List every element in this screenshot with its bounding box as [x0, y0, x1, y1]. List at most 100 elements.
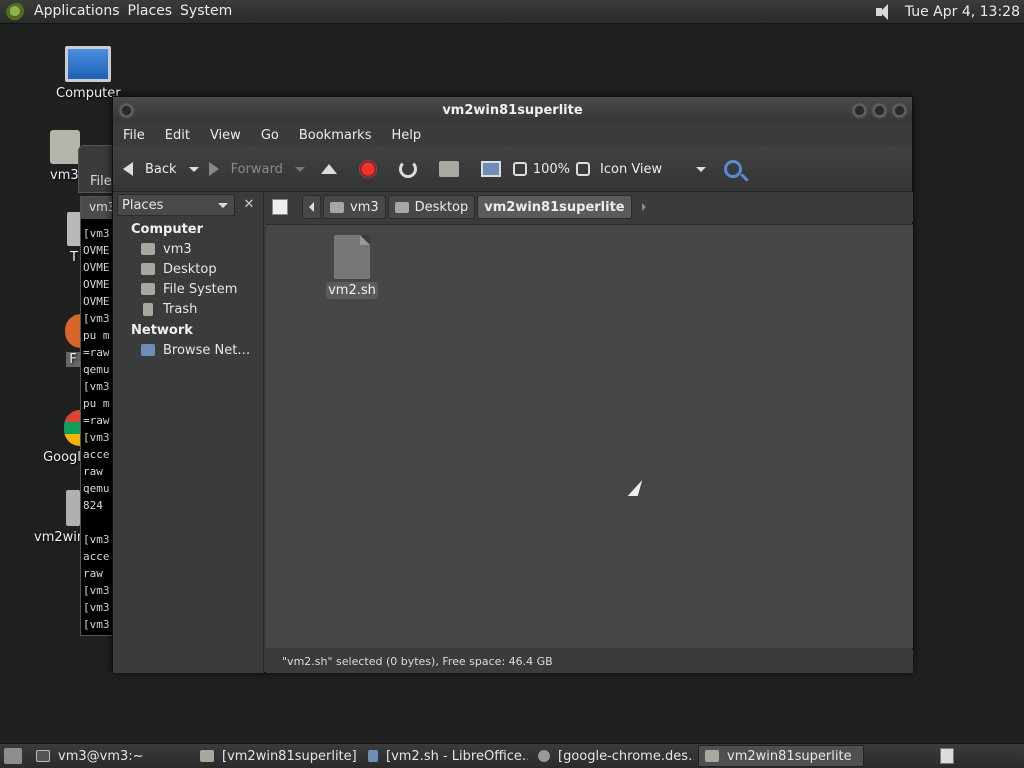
- trash-applet-icon[interactable]: [940, 748, 954, 764]
- desktop-icon-label: Computer: [56, 86, 121, 101]
- chrome-icon: [64, 410, 80, 446]
- task-libreoffice[interactable]: [vm2.sh - LibreOffice…: [362, 745, 528, 767]
- desktop-icon-computer[interactable]: Computer: [56, 46, 121, 101]
- computer-icon: [65, 46, 111, 82]
- zoom-level: 100%: [532, 161, 571, 177]
- sidebar-item-file-system[interactable]: File System: [113, 279, 263, 299]
- places-menu[interactable]: Places: [128, 0, 181, 24]
- home-folder-icon: [141, 243, 155, 255]
- desktop-icon-label: vm2win: [34, 530, 86, 545]
- places-dropdown[interactable]: Places: [117, 194, 235, 216]
- trash-icon: [143, 302, 153, 316]
- desktop-folder-icon: [141, 263, 155, 275]
- toolbar: Back Forward 100% Icon View: [113, 147, 912, 192]
- sidebar-item-label: File System: [163, 281, 238, 297]
- view-mode-select[interactable]: Icon View: [600, 153, 707, 185]
- volume-icon[interactable]: [873, 3, 895, 21]
- file-icon: [66, 490, 80, 526]
- sidebar-item-trash[interactable]: Trash: [113, 299, 263, 319]
- terminal-icon: [36, 750, 50, 762]
- back-arrow-icon: [123, 162, 133, 176]
- close-button[interactable]: [891, 102, 908, 119]
- edit-location-icon[interactable]: [272, 199, 288, 215]
- distro-logo-icon[interactable]: [6, 2, 28, 21]
- clock[interactable]: Tue Apr 4, 13:28: [905, 4, 1020, 20]
- task-chrome-desktop-file[interactable]: [google-chrome.des…: [532, 745, 694, 767]
- back-button[interactable]: Back: [123, 153, 199, 185]
- menu-bookmarks[interactable]: Bookmarks: [299, 128, 372, 143]
- desktop-icon-vm3[interactable]: vm3': [50, 130, 82, 183]
- back-history-dropdown-icon[interactable]: [188, 166, 199, 172]
- forward-button[interactable]: Forward: [208, 153, 305, 185]
- chrome-icon: [538, 750, 550, 762]
- show-desktop-icon[interactable]: [4, 748, 22, 764]
- path-bar: vm3 Desktop vm2win81superlite: [266, 192, 913, 222]
- network-icon: [141, 344, 155, 356]
- chevron-down-icon: [218, 202, 228, 208]
- home-folder-icon: [330, 201, 344, 213]
- search-button[interactable]: [724, 153, 743, 185]
- menu-file[interactable]: File: [123, 128, 145, 143]
- task-label: vm3@vm3:~: [58, 748, 144, 764]
- sidebar-item-label: Desktop: [163, 261, 217, 277]
- up-button[interactable]: [320, 153, 337, 185]
- task-file-manager-minimized[interactable]: [vm2win81superlite]: [194, 745, 358, 767]
- path-segment-desktop[interactable]: Desktop: [387, 195, 476, 219]
- reload-icon: [398, 160, 417, 178]
- sidebar-group-computer: Computer: [131, 222, 204, 237]
- desktop-icon-label: T: [70, 250, 78, 265]
- file-item[interactable]: vm2.sh: [326, 235, 378, 299]
- stop-button[interactable]: [358, 153, 377, 185]
- path-segment-current[interactable]: vm2win81superlite: [477, 195, 632, 219]
- home-button[interactable]: [438, 153, 459, 185]
- sidebar-item-label: Browse Net…: [163, 342, 251, 358]
- minimize-button[interactable]: [851, 102, 868, 119]
- reload-button[interactable]: [398, 153, 417, 185]
- shell-script-file-icon: [334, 235, 370, 279]
- menu-view[interactable]: View: [210, 128, 241, 143]
- path-scroll-left-button[interactable]: [302, 195, 321, 219]
- close-sidebar-button[interactable]: ✕: [239, 195, 259, 215]
- home-folder-icon: [438, 161, 459, 177]
- forward-arrow-icon: [208, 162, 219, 176]
- desktop-icon-chrome[interactable]: Googl: [40, 410, 84, 465]
- forward-history-dropdown-icon[interactable]: [294, 166, 305, 172]
- mouse-pointer-icon: [627, 480, 643, 496]
- window-titlebar[interactable]: vm2win81superlite: [113, 97, 912, 123]
- menu-go[interactable]: Go: [261, 128, 279, 143]
- zoom-out-icon: [512, 162, 527, 176]
- top-panel: Applications Places System Tue Apr 4, 13…: [0, 0, 1024, 24]
- system-menu[interactable]: System: [180, 0, 240, 24]
- file-view[interactable]: vm2.sh: [266, 224, 913, 648]
- zoom-in-button[interactable]: [576, 153, 591, 185]
- menubar: File Edit View Go Bookmarks Help: [113, 123, 912, 147]
- bottom-taskbar: vm3@vm3:~ [vm2win81superlite] [vm2.sh - …: [0, 743, 1024, 768]
- search-icon: [724, 160, 743, 178]
- applications-menu[interactable]: Applications: [34, 0, 128, 24]
- desktop-folder-icon: [394, 201, 409, 213]
- folder-icon: [50, 130, 80, 164]
- sidebar-item-vm3[interactable]: vm3: [113, 239, 263, 259]
- menu-help[interactable]: Help: [391, 128, 421, 143]
- computer-button[interactable]: [480, 153, 501, 185]
- sidebar-item-browse-network[interactable]: Browse Net…: [113, 340, 263, 360]
- desktop-icon-vm2win[interactable]: vm2win: [34, 490, 86, 545]
- places-header: Places ✕: [113, 192, 263, 218]
- sidebar-item-desktop[interactable]: Desktop: [113, 259, 263, 279]
- path-segment-label: vm3: [350, 199, 379, 215]
- forward-label: Forward: [230, 161, 283, 177]
- computer-icon: [480, 161, 501, 177]
- task-terminal[interactable]: vm3@vm3:~: [30, 745, 190, 767]
- file-manager-window: vm2win81superlite File Edit View Go Book…: [112, 96, 913, 673]
- zoom-out-button[interactable]: [512, 153, 527, 185]
- stop-icon: [358, 160, 377, 178]
- maximize-button[interactable]: [871, 102, 888, 119]
- menu-edit[interactable]: Edit: [165, 128, 190, 143]
- chevron-right-icon[interactable]: [641, 203, 646, 211]
- document-icon: [368, 750, 378, 762]
- task-file-manager-active[interactable]: vm2win81superlite: [698, 745, 864, 767]
- view-mode-label: Icon View: [600, 161, 663, 177]
- window-menu-button[interactable]: [118, 102, 135, 119]
- path-segment-vm3[interactable]: vm3: [323, 195, 386, 219]
- trash-icon: [67, 212, 81, 246]
